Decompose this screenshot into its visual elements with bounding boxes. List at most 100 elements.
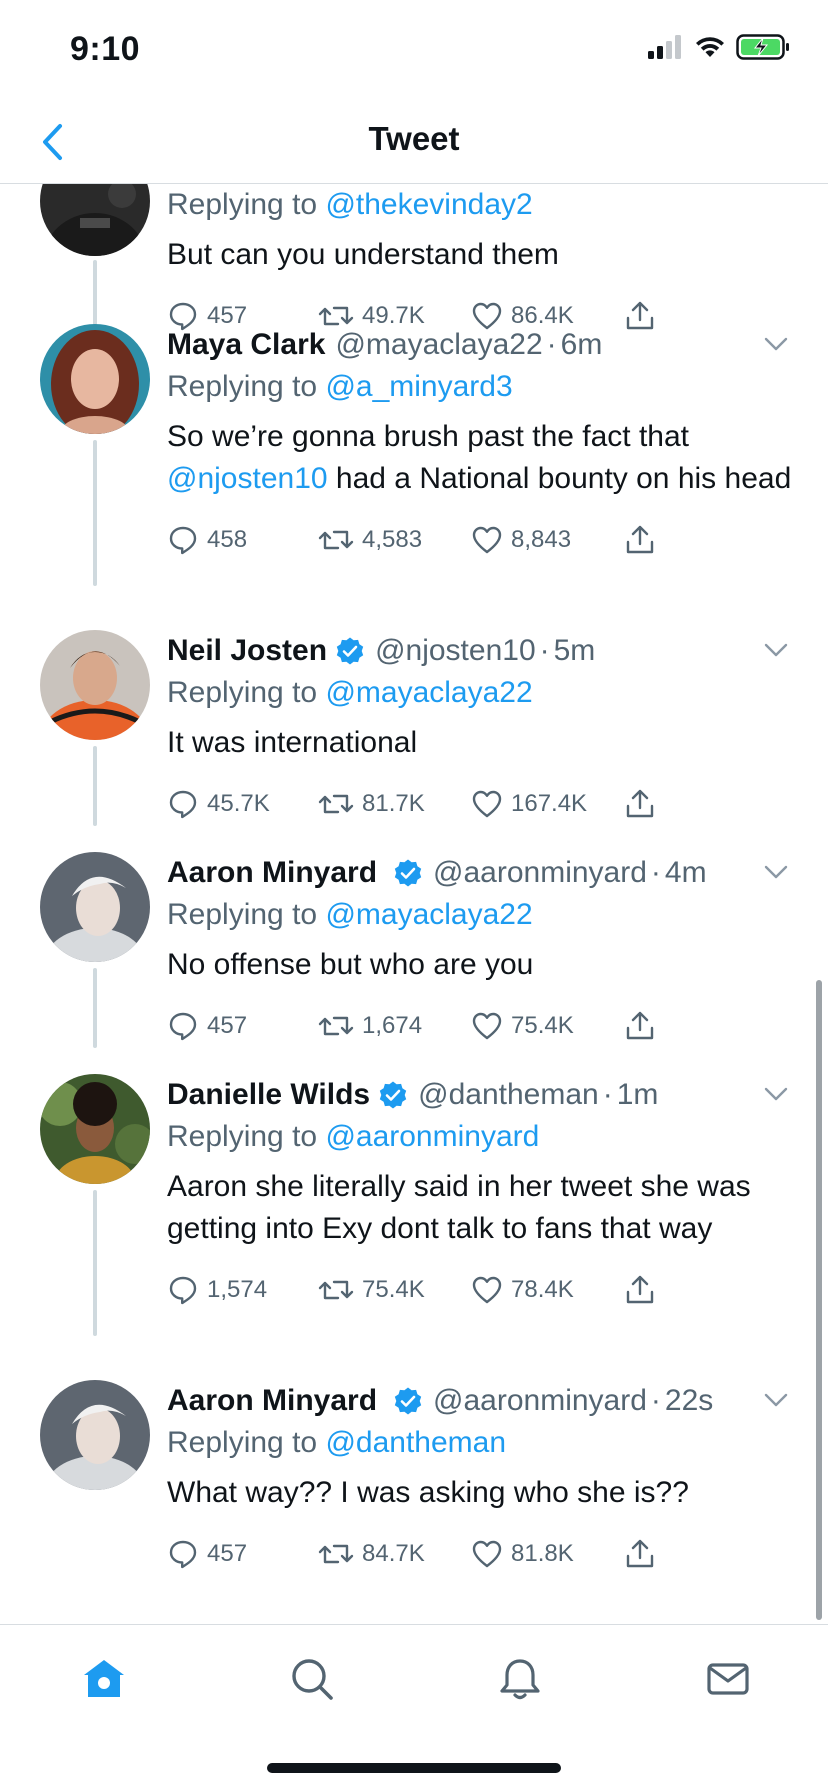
author-handle[interactable]: @aaronminyard bbox=[433, 1384, 647, 1418]
retweet-icon bbox=[318, 1280, 354, 1300]
tweet-text: What way?? I was asking who she is?? bbox=[167, 1476, 689, 1509]
tab-notifications[interactable] bbox=[490, 1649, 550, 1709]
tweet-header: Neil Josten @njosten10 · 5m bbox=[167, 630, 798, 672]
mention-link[interactable]: @dantheman bbox=[325, 1426, 506, 1459]
reply-button[interactable]: 1,574 bbox=[167, 1274, 318, 1306]
share-button[interactable] bbox=[624, 1538, 664, 1570]
avatar[interactable] bbox=[40, 630, 150, 740]
chevron-down-icon bbox=[764, 643, 788, 657]
reply-button[interactable]: 457 bbox=[167, 1010, 318, 1042]
reply-count: 457 bbox=[207, 1540, 248, 1567]
chevron-down-icon bbox=[764, 337, 788, 351]
like-button[interactable]: 78.4K bbox=[471, 1274, 624, 1306]
reply-button[interactable]: 45.7K bbox=[167, 788, 318, 820]
search-icon bbox=[292, 1659, 333, 1700]
author-handle[interactable]: @mayaclaya22 bbox=[335, 328, 542, 362]
tab-search[interactable] bbox=[282, 1649, 342, 1709]
tweet-header: Aaron Minyard @aaronminyard · 22s bbox=[167, 1380, 798, 1422]
tab-home[interactable] bbox=[74, 1649, 134, 1709]
home-indicator[interactable] bbox=[267, 1763, 561, 1773]
like-button[interactable]: 8,843 bbox=[471, 524, 624, 556]
share-icon bbox=[626, 1275, 654, 1304]
avatar[interactable] bbox=[40, 852, 150, 962]
reply-button[interactable]: 458 bbox=[167, 524, 318, 556]
tweet-menu-button[interactable] bbox=[762, 1080, 790, 1113]
tweet-actions: 458 4,583 8,843 bbox=[167, 520, 798, 560]
reply-icon bbox=[169, 1540, 197, 1569]
tweet-actions: 457 84.7K 81.8K bbox=[167, 1534, 798, 1574]
replying-to: Replying to @mayaclaya22 bbox=[167, 898, 533, 931]
retweet-icon bbox=[318, 1016, 354, 1036]
author-name[interactable]: Danielle Wilds bbox=[167, 1078, 370, 1112]
like-count: 78.4K bbox=[511, 1276, 574, 1303]
tab-messages[interactable] bbox=[698, 1649, 758, 1709]
mention-link[interactable]: @thekevinday2 bbox=[325, 188, 532, 221]
mention-link[interactable]: @mayaclaya22 bbox=[325, 676, 532, 709]
tweet-menu-button[interactable] bbox=[762, 858, 790, 891]
status-time: 9:10 bbox=[70, 30, 141, 68]
separator-dot: · bbox=[539, 634, 550, 667]
like-button[interactable]: 167.4K bbox=[471, 788, 624, 820]
share-button[interactable] bbox=[624, 788, 664, 820]
tweet-time: 22s bbox=[664, 1384, 714, 1417]
retweet-button[interactable]: 84.7K bbox=[318, 1538, 471, 1570]
replying-to: Replying to @dantheman bbox=[167, 1426, 507, 1459]
page-title: Tweet bbox=[368, 120, 460, 157]
tweet-menu-button[interactable] bbox=[762, 1386, 790, 1419]
retweet-button[interactable]: 81.7K bbox=[318, 788, 471, 820]
tweet-item[interactable]: Aaron Minyard @aaronminyard · 4m Replyin… bbox=[0, 852, 828, 1074]
mention-link[interactable]: @aaronminyard bbox=[325, 1120, 539, 1153]
like-button[interactable]: 81.8K bbox=[471, 1538, 624, 1570]
author-name[interactable]: Maya Clark bbox=[167, 328, 325, 362]
share-button[interactable] bbox=[624, 1010, 664, 1042]
author-name[interactable]: Aaron Minyard bbox=[167, 1384, 377, 1418]
tweet-time: 5m bbox=[553, 634, 596, 667]
heart-icon bbox=[472, 1276, 502, 1304]
mention-link[interactable]: @a_minyard3 bbox=[325, 370, 512, 403]
retweet-button[interactable]: 4,583 bbox=[318, 524, 471, 556]
share-button[interactable] bbox=[624, 1274, 664, 1306]
tweet-item[interactable]: Danielle Wilds @dantheman · 1m Replying … bbox=[0, 1074, 828, 1342]
avatar[interactable] bbox=[40, 1380, 150, 1490]
author-name[interactable]: Aaron Minyard bbox=[167, 856, 377, 890]
tweet-item[interactable]: Maya Clark @mayaclaya22 · 6m Replying to… bbox=[0, 324, 828, 592]
tweet-actions: 1,574 75.4K 78.4K bbox=[167, 1270, 798, 1310]
reply-count: 45.7K bbox=[207, 790, 270, 817]
tweet-menu-button[interactable] bbox=[762, 330, 790, 363]
author-handle[interactable]: @dantheman bbox=[418, 1078, 599, 1112]
mention-link[interactable]: @njosten10 bbox=[167, 462, 328, 495]
scrollbar[interactable] bbox=[816, 980, 822, 1620]
tweet-item[interactable]: Neil Josten @njosten10 · 5m Replying to … bbox=[0, 630, 828, 852]
mention-link[interactable]: @mayaclaya22 bbox=[325, 898, 532, 931]
tweet-actions: 45.7K 81.7K 167.4K bbox=[167, 784, 798, 824]
avatar[interactable] bbox=[40, 184, 150, 256]
share-icon bbox=[626, 1539, 654, 1568]
author-handle[interactable]: @aaronminyard bbox=[433, 856, 647, 890]
retweet-count: 75.4K bbox=[362, 1276, 425, 1303]
verified-badge-icon bbox=[335, 636, 365, 666]
retweet-button[interactable]: 75.4K bbox=[318, 1274, 471, 1306]
like-count: 8,843 bbox=[511, 526, 572, 553]
nav-header: Tweet bbox=[0, 100, 828, 184]
status-bar: 9:10 bbox=[0, 0, 828, 100]
retweet-button[interactable]: 1,674 bbox=[318, 1010, 471, 1042]
heart-icon bbox=[472, 790, 502, 818]
like-count: 75.4K bbox=[511, 1012, 574, 1039]
tweet-thread: Replying to @thekevinday2 But can you un… bbox=[0, 184, 828, 1624]
tweet-item[interactable]: Aaron Minyard @aaronminyard · 22s Replyi… bbox=[0, 1380, 828, 1624]
retweet-count: 81.7K bbox=[362, 790, 425, 817]
author-name[interactable]: Neil Josten bbox=[167, 634, 327, 668]
replying-to: Replying to @mayaclaya22 bbox=[167, 676, 533, 709]
like-button[interactable]: 75.4K bbox=[471, 1010, 624, 1042]
like-count: 81.8K bbox=[511, 1540, 574, 1567]
tweet-menu-button[interactable] bbox=[762, 636, 790, 669]
avatar[interactable] bbox=[40, 324, 150, 434]
replying-to: Replying to @aaronminyard bbox=[167, 1120, 540, 1153]
thread-connector bbox=[93, 1190, 97, 1336]
retweet-icon bbox=[318, 794, 354, 814]
share-button[interactable] bbox=[624, 524, 664, 556]
reply-button[interactable]: 457 bbox=[167, 1538, 318, 1570]
avatar[interactable] bbox=[40, 1074, 150, 1184]
tweet-text: So we’re gonna brush past the fact that … bbox=[167, 420, 792, 495]
author-handle[interactable]: @njosten10 bbox=[375, 634, 536, 668]
